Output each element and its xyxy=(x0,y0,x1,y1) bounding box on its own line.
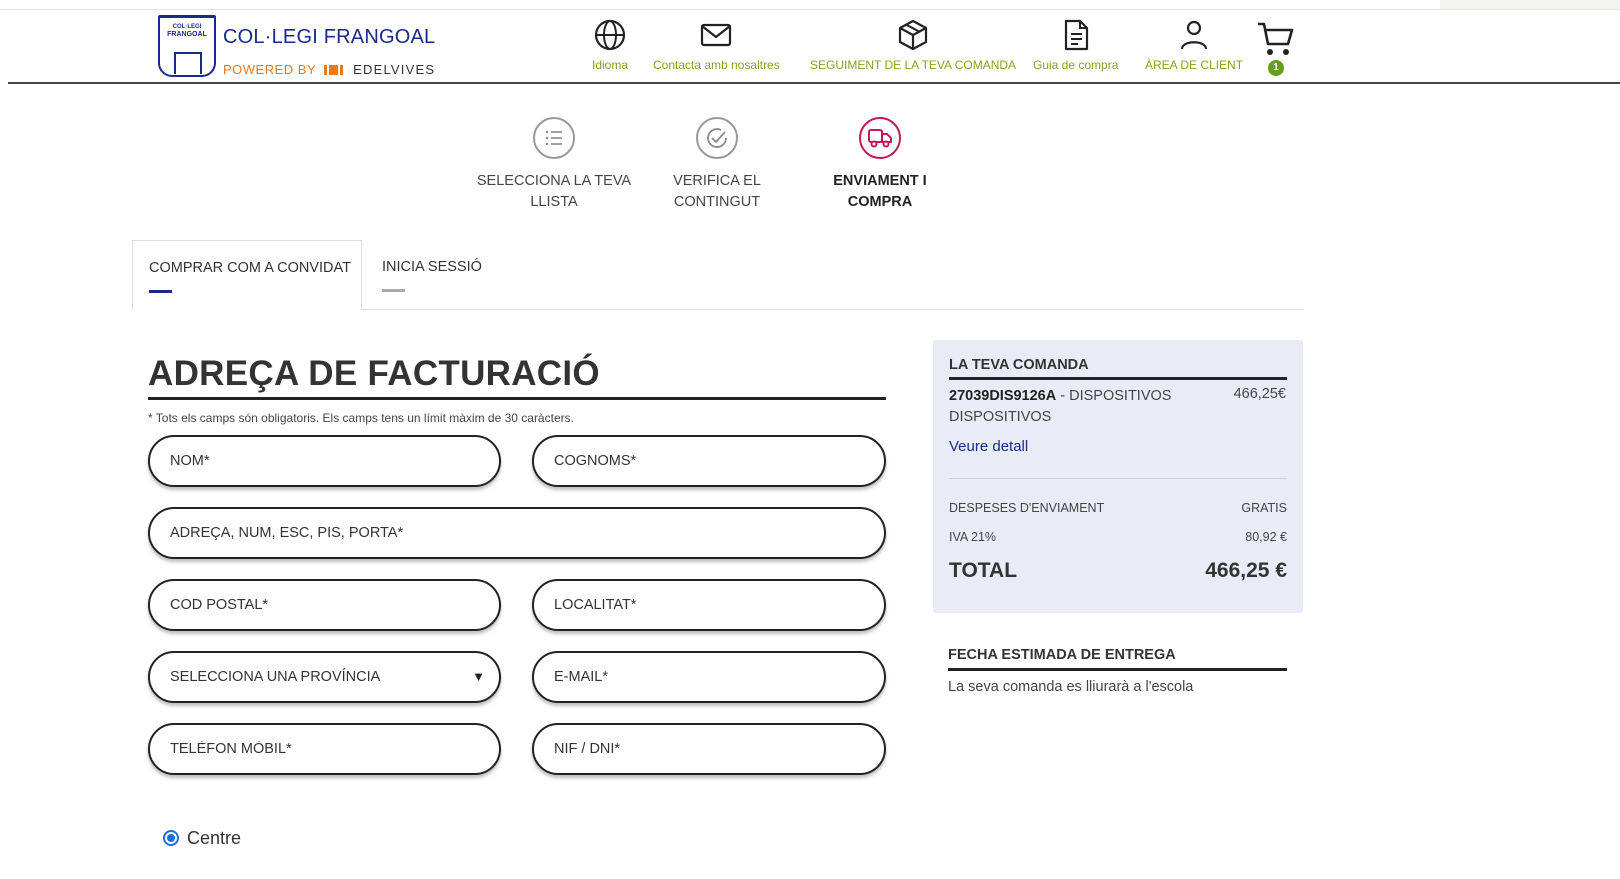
step-shipping-purchase: ENVIAMENT I COMPRA xyxy=(800,117,960,213)
postal-code-field[interactable] xyxy=(148,579,501,631)
nav-purchase-guide-label: Guia de compra xyxy=(1033,58,1119,72)
check-circle-icon xyxy=(707,128,727,148)
building-icon xyxy=(174,52,202,74)
step-verify-content: VERIFICA EL CONTINGUT xyxy=(637,117,797,213)
nav-order-tracking-label: SEGUIMENT DE LA TEVA COMANDA xyxy=(810,58,1017,72)
view-detail-link[interactable]: Veure detall xyxy=(949,438,1028,455)
shipping-label: DESPESES D'ENVIAMENT xyxy=(949,501,1105,515)
radio-selected-icon[interactable] xyxy=(163,830,179,846)
step-label-line1: VERIFICA EL xyxy=(673,173,761,189)
total-label: TOTAL xyxy=(949,559,1018,582)
powered-by-label: POWERED BY xyxy=(223,62,316,77)
user-icon xyxy=(1180,20,1208,50)
delivery-center-option[interactable]: Centre xyxy=(163,828,241,849)
address-field[interactable] xyxy=(148,507,886,559)
email-field[interactable] xyxy=(532,651,886,703)
nav-contact[interactable]: Contacta amb nosaltres xyxy=(653,18,780,72)
list-icon xyxy=(545,130,562,146)
logo-text-top: COL·LEGI xyxy=(172,24,202,30)
city-field[interactable] xyxy=(532,579,886,631)
nav-purchase-guide[interactable]: Guia de compra xyxy=(1033,18,1118,72)
package-icon xyxy=(898,19,928,51)
nav-client-area-label: ÀREA DE CLIENT xyxy=(1145,58,1244,72)
step-select-list: SELECCIONA LA TEVA LLISTA xyxy=(474,117,634,213)
province-select[interactable]: SELECCIONA UNA PROVÍNCIA ▼ xyxy=(148,651,501,703)
vat-value: 80,92 € xyxy=(1245,530,1287,544)
order-summary-title: LA TEVA COMANDA xyxy=(949,357,1089,373)
nav-client-area[interactable]: ÀREA DE CLIENT xyxy=(1145,18,1243,72)
delivery-estimate-title: FECHA ESTIMADA DE ENTREGA xyxy=(948,647,1176,663)
step-circle xyxy=(696,117,738,159)
order-item: 27039DIS9126A - DISPOSITIVOS DISPOSITIVO… xyxy=(949,386,1189,428)
nav-language-label: Idioma xyxy=(592,58,629,72)
cart-button[interactable]: 1 xyxy=(1255,20,1295,80)
tab-active-indicator xyxy=(149,290,172,293)
truck-icon xyxy=(868,129,892,148)
tab-login-label: INICIA SESSIÓ xyxy=(382,259,482,275)
first-name-field[interactable] xyxy=(148,435,501,487)
mail-icon xyxy=(701,23,732,47)
order-item-code: 27039DIS9126A xyxy=(949,388,1057,404)
cart-count-badge: 1 xyxy=(1268,60,1284,76)
billing-title-rule xyxy=(148,397,886,400)
total-row: TOTAL 466,25 € xyxy=(949,559,1287,583)
vat-label: IVA 21% xyxy=(949,530,997,544)
province-select-value: SELECCIONA UNA PROVÍNCIA xyxy=(170,669,381,685)
radio-center-label: Centre xyxy=(187,828,242,848)
school-logo[interactable]: COL·LEGI FRANGOAL xyxy=(158,15,216,77)
nav-contact-label: Contacta amb nosaltres xyxy=(653,58,780,72)
last-name-field[interactable] xyxy=(532,435,886,487)
nav-order-tracking[interactable]: SEGUIMENT DE LA TEVA COMANDA xyxy=(810,18,1016,72)
step-circle xyxy=(859,117,901,159)
caret-down-icon: ▼ xyxy=(472,669,485,684)
billing-title: ADREÇA DE FACTURACIÓ xyxy=(148,354,600,393)
step-label-line1: SELECCIONA LA TEVA xyxy=(476,173,632,189)
cart-icon xyxy=(1258,22,1294,55)
nif-dni-field[interactable] xyxy=(532,723,886,775)
school-name[interactable]: COL·LEGI FRANGOAL xyxy=(223,26,435,49)
order-summary-rule xyxy=(949,377,1287,380)
order-summary-divider xyxy=(949,478,1287,479)
total-value: 466,25 € xyxy=(1205,559,1287,582)
brand-name: EDELVIVES xyxy=(353,62,436,77)
step-circle xyxy=(533,117,575,159)
document-icon xyxy=(1064,19,1088,51)
globe-icon xyxy=(594,19,626,51)
order-summary: LA TEVA COMANDA 27039DIS9126A - DISPOSIT… xyxy=(933,340,1303,613)
delivery-estimate-text: La seva comanda es lliurarà a l'escola xyxy=(948,679,1194,695)
tab-login[interactable]: INICIA SESSIÓ xyxy=(366,240,506,305)
shipping-value: GRATIS xyxy=(1241,501,1287,515)
nav-language[interactable]: Idioma xyxy=(592,18,628,72)
step-label-line1: ENVIAMENT I COMPRA xyxy=(833,173,927,210)
billing-note: * Tots els camps són obligatoris. Els ca… xyxy=(148,411,574,425)
checkout-tabs: COMPRAR COM A CONVIDAT INICIA SESSIÓ xyxy=(132,240,1304,310)
mobile-phone-field[interactable] xyxy=(148,723,501,775)
order-item-price: 466,25€ xyxy=(1233,386,1286,402)
tab-guest-label: COMPRAR COM A CONVIDAT xyxy=(149,260,351,276)
step-label-line2: LLISTA xyxy=(530,194,578,210)
top-right-strip xyxy=(1440,0,1620,9)
shipping-row: DESPESES D'ENVIAMENT GRATIS xyxy=(949,501,1287,515)
delivery-estimate-rule xyxy=(948,668,1287,671)
vat-row: IVA 21% 80,92 € xyxy=(949,530,1287,544)
powered-by: POWERED BY EDELVIVES xyxy=(223,62,435,78)
logo-text-main: FRANGOAL xyxy=(167,31,207,38)
edelvives-logo-icon xyxy=(324,63,345,78)
step-label-line2: CONTINGUT xyxy=(673,194,761,210)
tab-guest-checkout[interactable]: COMPRAR COM A CONVIDAT xyxy=(132,240,362,310)
tab-indicator xyxy=(382,289,405,292)
